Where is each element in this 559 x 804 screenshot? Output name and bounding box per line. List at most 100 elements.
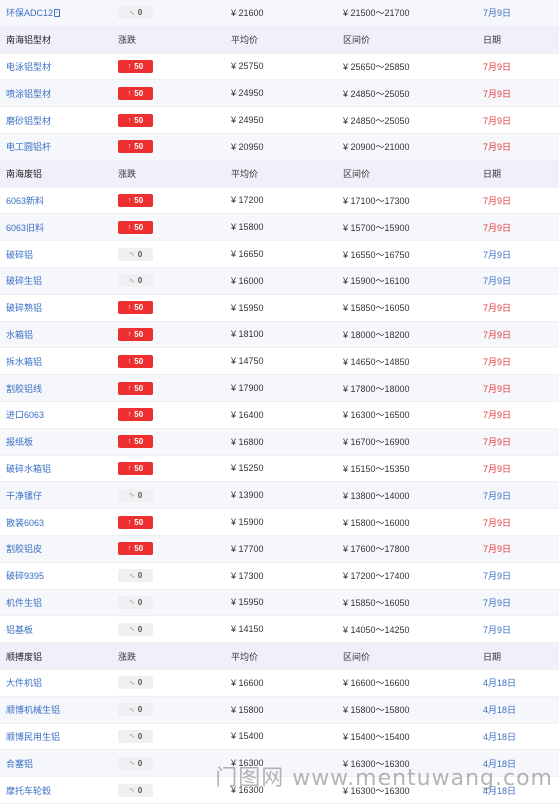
product-name-link[interactable]: 顺博机械生铝 (6, 697, 60, 723)
price-range: ¥ 15850～16050 (343, 303, 410, 314)
product-name-link[interactable]: 电工圆铝杆 (6, 134, 51, 160)
change-badge: ↑ 50 (118, 59, 153, 73)
product-name-link[interactable]: 摩托车轮毂 (6, 777, 51, 803)
change-badge: ∿ 0 (118, 569, 153, 583)
table-row: 环保ADC12 ▫ ∿ 0 ¥ 21600 ¥ 21500～21700 7月9日 (0, 0, 559, 27)
price-range: ¥ 17600～17800 (343, 544, 410, 555)
arrow-up-icon: ↑ (127, 464, 132, 472)
date-cell: 4月18日 (483, 678, 517, 689)
product-name-link[interactable]: 大件机铝 (6, 670, 42, 696)
group-title: 南海废铝 (6, 169, 43, 180)
col-range-label: 区间价 (343, 651, 371, 662)
product-name-link[interactable]: 破碎生铝 (6, 268, 42, 294)
arrow-up-icon: ↑ (127, 62, 132, 70)
flat-trend-icon: ∿ (128, 492, 135, 500)
avg-price: ¥ 14150 (231, 624, 264, 635)
product-name-link[interactable]: 破碎9395 (6, 563, 44, 589)
table-row: 电泳铝型材 ↑ 50 ¥ 25750 ¥ 25650～25850 7月9日 (0, 54, 559, 81)
product-name-link[interactable]: 破碎熟铝 (6, 295, 42, 321)
product-name-link[interactable]: 6063新料 (6, 188, 44, 214)
change-badge: ∿ 0 (118, 488, 153, 502)
avg-price: ¥ 16600 (231, 677, 264, 688)
price-range: ¥ 16600～16600 (343, 678, 410, 689)
price-range: ¥ 15850～16050 (343, 597, 410, 608)
product-name-link[interactable]: 散装6063 (6, 509, 44, 535)
flat-trend-icon: ∿ (128, 733, 135, 741)
product-name-link[interactable]: 环保ADC12 ▫ (6, 0, 61, 26)
change-cell: ∿ 0 (118, 563, 153, 589)
product-name-link[interactable]: 6063旧料 (6, 214, 44, 240)
change-cell: ↑ 50 (118, 348, 153, 374)
product-name-link[interactable]: 拆水箱铝 (6, 348, 42, 374)
date-cell: 7月9日 (483, 276, 512, 287)
group-header: 南海铝型材 涨跌 平均价 区间价 日期 (0, 26, 559, 54)
arrow-up-icon: ↑ (127, 196, 132, 204)
date-cell: 7月9日 (483, 597, 512, 608)
table-row: 干净镙仔 ∿ 0 ¥ 13900 ¥ 13800～14000 7月9日 (0, 482, 559, 510)
product-name-link[interactable]: 报纸板 (6, 429, 33, 455)
product-name-link[interactable]: 割胶铝线 (6, 375, 42, 401)
col-date-label: 日期 (483, 169, 502, 180)
change-cell: ↑ 50 (118, 295, 153, 321)
change-badge: ↑ 50 (118, 515, 153, 529)
col-change-label: 涨跌 (118, 169, 137, 180)
col-range-label: 区间价 (343, 35, 371, 46)
change-badge: ↑ 50 (118, 220, 153, 234)
change-cell: ∿ 0 (118, 482, 153, 508)
product-name-link[interactable]: 割胶铝皮 (6, 536, 42, 562)
product-name-link[interactable]: 喷涂铝型材 (6, 80, 51, 106)
change-cell: ∿ 0 (118, 0, 153, 26)
avg-price: ¥ 16800 (231, 436, 264, 447)
table-row: 破碎铝 ∿ 0 ¥ 16650 ¥ 16550～16750 7月9日 (0, 241, 559, 268)
change-badge: ∿ 0 (118, 247, 153, 261)
group-title: 南海铝型材 (6, 35, 52, 46)
change-cell: ∿ 0 (118, 697, 153, 723)
product-name-link[interactable]: 磨砂铝型材 (6, 107, 51, 133)
change-badge: ↑ 50 (118, 327, 153, 341)
flat-trend-icon: ∿ (128, 9, 135, 17)
avg-price: ¥ 15800 (231, 704, 264, 715)
date-cell: 4月18日 (483, 731, 517, 742)
avg-price: ¥ 24950 (231, 115, 264, 126)
flat-trend-icon: ∿ (128, 679, 135, 687)
avg-price: ¥ 15400 (231, 731, 264, 742)
change-cell: ↑ 50 (118, 188, 153, 214)
arrow-up-icon: ↑ (127, 116, 132, 124)
change-cell: ∿ 0 (118, 750, 153, 776)
change-badge: ∿ 0 (118, 6, 153, 20)
product-name-link[interactable]: 铝基板 (6, 616, 33, 642)
change-cell: ↑ 50 (118, 536, 153, 562)
note-icon: ▫ (54, 8, 61, 17)
date-cell: 7月9日 (483, 142, 512, 153)
table-row: 喷涂铝型材 ↑ 50 ¥ 24950 ¥ 24850～25050 7月9日 (0, 80, 559, 108)
change-badge: ↑ 50 (118, 461, 153, 475)
product-name-link[interactable]: 干净镙仔 (6, 482, 42, 508)
table-row: 铝基板 ∿ 0 ¥ 14150 ¥ 14050～14250 7月9日 (0, 616, 559, 644)
date-cell: 7月9日 (483, 88, 512, 99)
product-name-link[interactable]: 合塞铝 (6, 750, 33, 776)
price-range: ¥ 15150～15350 (343, 463, 410, 474)
product-name-link[interactable]: 破碎水箱铝 (6, 456, 51, 482)
change-cell: ↑ 50 (118, 80, 153, 106)
change-cell: ↑ 50 (118, 375, 153, 401)
change-badge: ∿ 0 (118, 622, 153, 636)
change-cell: ∿ 0 (118, 670, 153, 696)
date-cell: 7月9日 (483, 303, 512, 314)
change-cell: ↑ 50 (118, 322, 153, 348)
product-name-link[interactable]: 破碎铝 (6, 241, 33, 267)
change-cell: ↑ 50 (118, 509, 153, 535)
change-cell: ∿ 0 (118, 590, 153, 616)
flat-trend-icon: ∿ (128, 626, 135, 634)
date-cell: 7月9日 (483, 571, 512, 582)
change-cell: ↑ 50 (118, 134, 153, 160)
product-name-link[interactable]: 进口6063 (6, 402, 44, 428)
table-row: 电工圆铝杆 ↑ 50 ¥ 20950 ¥ 20900～21000 7月9日 (0, 133, 559, 161)
product-name-link[interactable]: 电泳铝型材 (6, 54, 51, 80)
table-row: 破碎生铝 ∿ 0 ¥ 16000 ¥ 15900～16100 7月9日 (0, 267, 559, 295)
product-name-link[interactable]: 机件生铝 (6, 590, 42, 616)
table-row: 大件机铝 ∿ 0 ¥ 16600 ¥ 16600～16600 4月18日 (0, 670, 559, 697)
price-range: ¥ 17100～17300 (343, 195, 410, 206)
product-name-link[interactable]: 水箱铝 (6, 322, 33, 348)
product-name-link[interactable]: 顺博民用生铝 (6, 724, 60, 750)
table-row: 散装6063 ↑ 50 ¥ 15900 ¥ 15800～16000 7月9日 (0, 509, 559, 536)
